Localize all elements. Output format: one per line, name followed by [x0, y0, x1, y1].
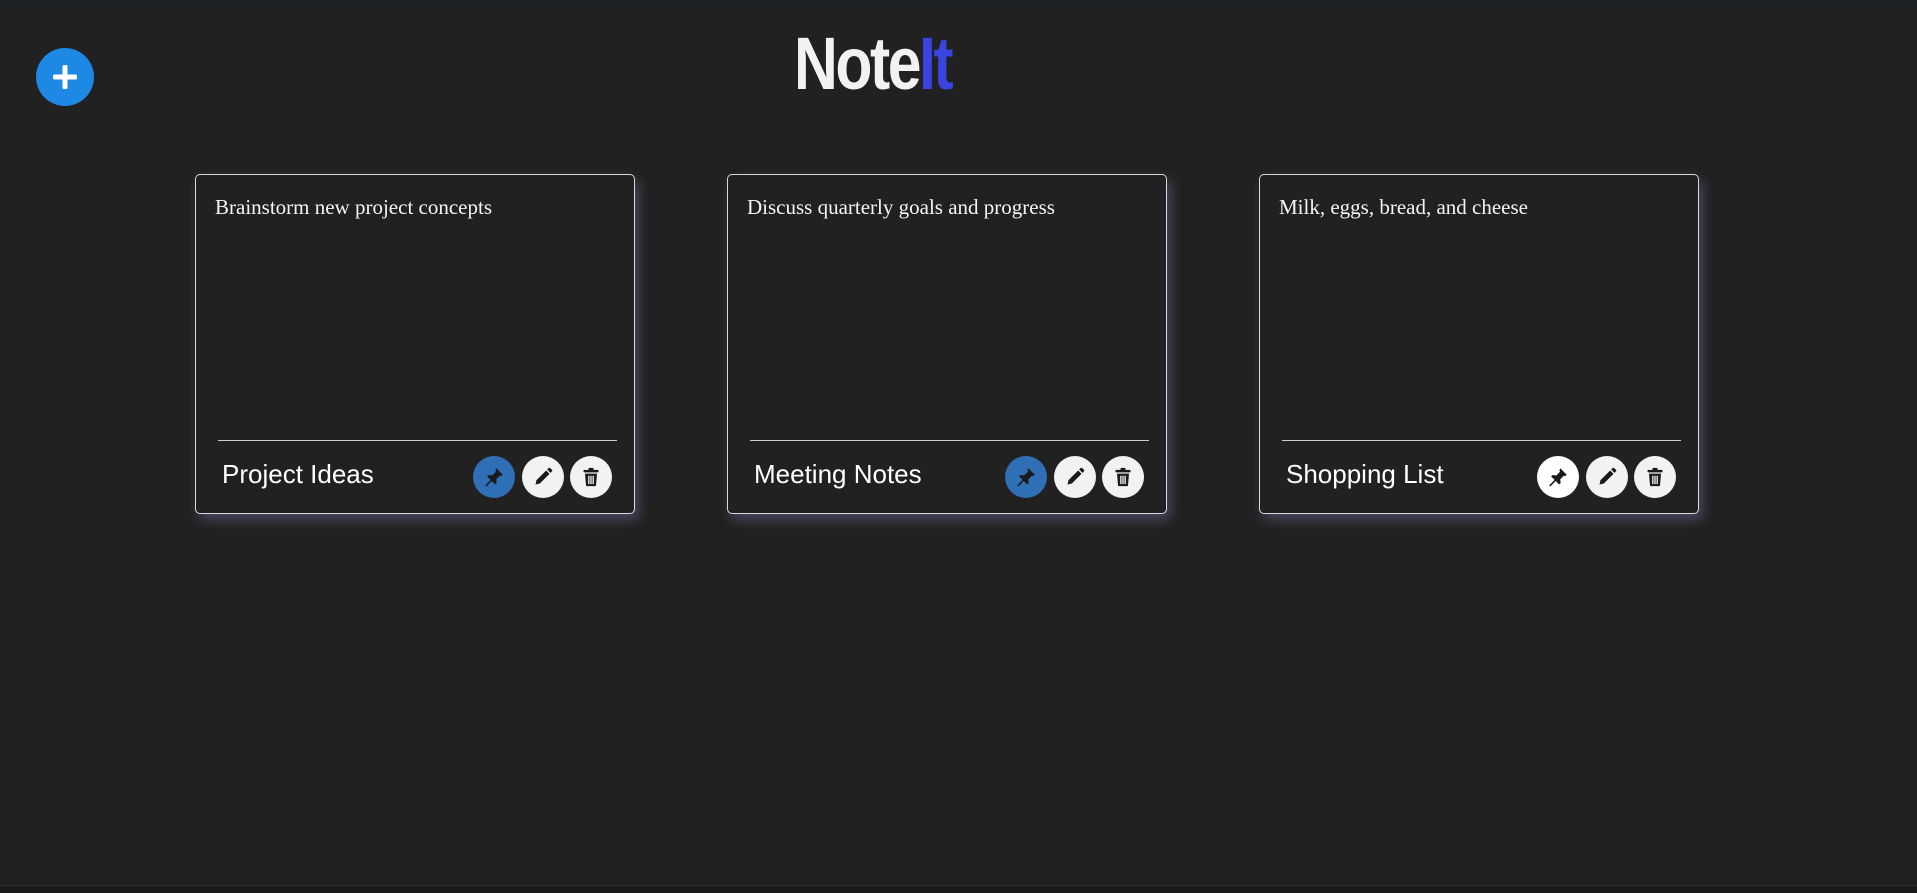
trash-icon	[1647, 467, 1663, 487]
app-logo: Note It	[794, 22, 954, 105]
note-card: Milk, eggs, bread, and cheese Shopping L…	[1259, 174, 1699, 514]
pin-icon	[485, 468, 503, 487]
note-card: Discuss quarterly goals and progress Mee…	[727, 174, 1167, 514]
trash-icon	[1115, 467, 1131, 487]
note-content: Milk, eggs, bread, and cheese	[1279, 195, 1528, 219]
delete-button[interactable]	[570, 456, 612, 498]
note-divider	[218, 440, 617, 441]
note-content: Discuss quarterly goals and progress	[747, 195, 1055, 219]
trash-icon	[583, 467, 599, 487]
edit-button[interactable]	[522, 456, 564, 498]
pin-button[interactable]	[473, 456, 515, 498]
edit-button[interactable]	[1054, 456, 1096, 498]
delete-button[interactable]	[1634, 456, 1676, 498]
note-title: Shopping List	[1286, 459, 1444, 489]
logo-text-it: It	[919, 22, 954, 105]
add-note-button[interactable]	[36, 48, 94, 106]
logo-text-note: Note	[794, 22, 921, 105]
pin-button[interactable]	[1537, 456, 1579, 498]
window-top-strip	[0, 0, 1917, 7]
plus-icon	[53, 65, 77, 89]
pin-icon	[1549, 468, 1567, 487]
edit-button[interactable]	[1586, 456, 1628, 498]
pencil-icon	[1067, 467, 1085, 485]
note-divider	[1282, 440, 1681, 441]
pencil-icon	[1599, 467, 1617, 485]
pencil-icon	[535, 467, 553, 485]
pin-icon	[1017, 468, 1035, 487]
delete-button[interactable]	[1102, 456, 1144, 498]
note-divider	[750, 440, 1149, 441]
note-title: Meeting Notes	[754, 459, 922, 489]
pin-button[interactable]	[1005, 456, 1047, 498]
note-content: Brainstorm new project concepts	[215, 195, 492, 219]
note-card: Brainstorm new project concepts Project …	[195, 174, 635, 514]
note-title: Project Ideas	[222, 459, 374, 489]
